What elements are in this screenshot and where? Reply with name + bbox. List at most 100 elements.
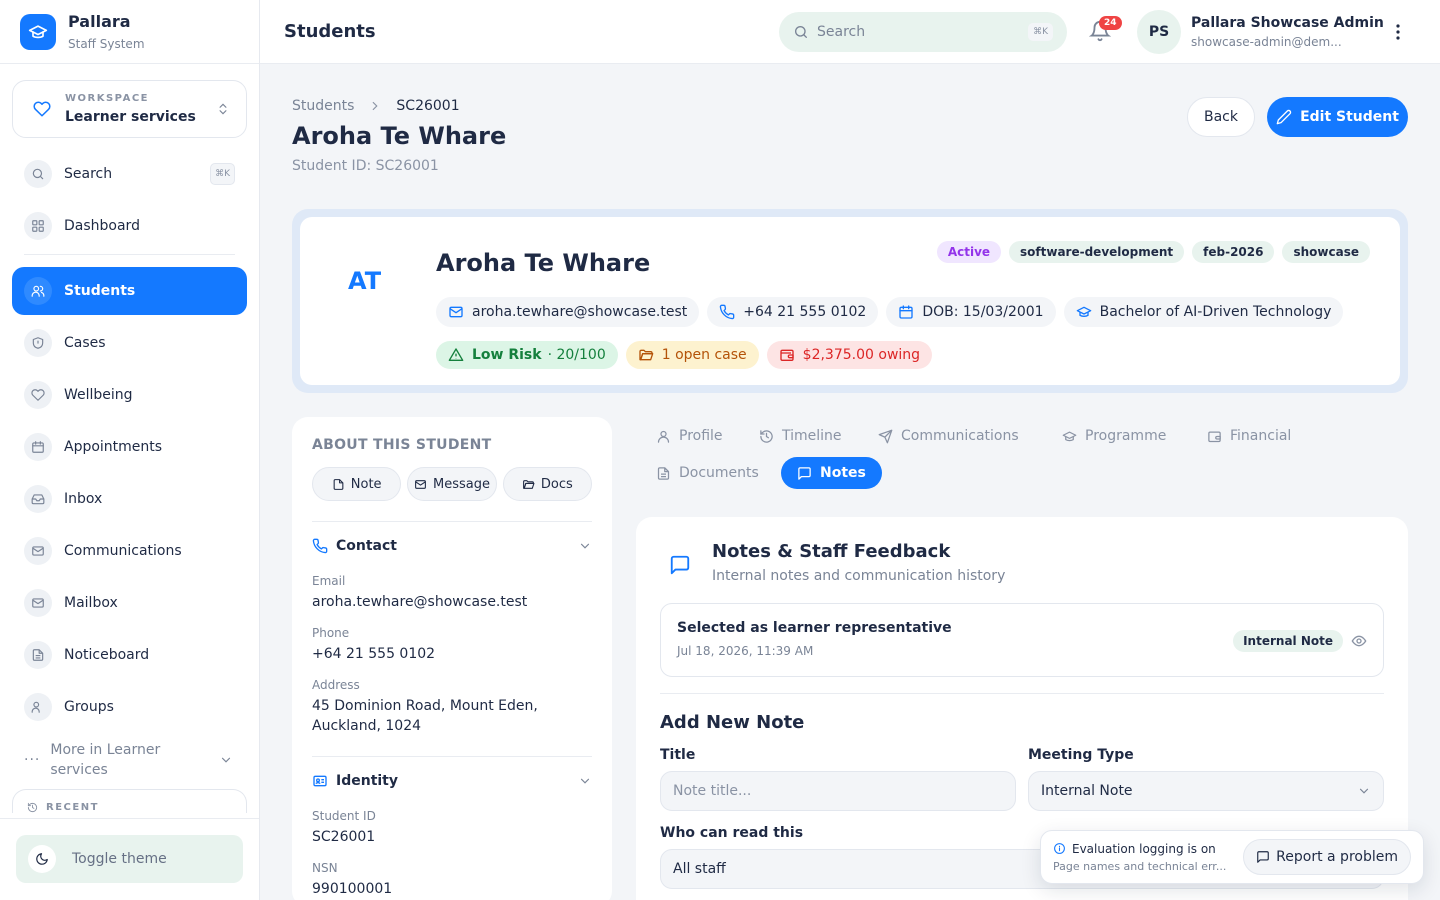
- tab-programme[interactable]: Programme: [1050, 420, 1178, 452]
- chevron-right-icon: [373, 101, 378, 111]
- workspace-switcher[interactable]: WORKSPACE Learner services: [12, 80, 247, 138]
- tab-label: Financial: [1230, 428, 1292, 444]
- sidebar-item-label: Groups: [64, 699, 114, 715]
- sidebar-item-label: Students: [64, 283, 136, 299]
- dob-chip: DOB: 15/03/2001: [886, 297, 1056, 327]
- user-email: showcase-admin@dem...: [1191, 35, 1342, 49]
- folder-open-icon: [639, 349, 654, 361]
- brand[interactable]: Pallara Staff System: [0, 0, 259, 64]
- sidebar-item-dashboard[interactable]: Dashboard: [12, 202, 247, 250]
- sidebar-item-mailbox[interactable]: Mailbox: [12, 579, 247, 627]
- global-search-input[interactable]: Search ⌘K: [779, 12, 1067, 52]
- open-cases-badge[interactable]: 1 open case: [625, 341, 759, 369]
- heart-icon: [33, 101, 51, 117]
- history-icon: [27, 802, 38, 813]
- warning-triangle-icon: [448, 348, 464, 361]
- graduation-cap-icon: [1062, 431, 1077, 441]
- send-message-label: Message: [433, 476, 490, 492]
- sidebar-item-inbox[interactable]: Inbox: [12, 475, 247, 523]
- sidebar-item-noticeboard[interactable]: Noticeboard: [12, 631, 247, 679]
- sidebar-item-label: Mailbox: [64, 595, 118, 611]
- tab-label: Documents: [679, 465, 759, 481]
- add-note-button[interactable]: Note: [312, 467, 402, 501]
- note-item[interactable]: Selected as learner representative Jul 1…: [660, 603, 1384, 677]
- tab-timeline[interactable]: Timeline: [747, 420, 854, 452]
- phone-label: Phone: [312, 626, 350, 640]
- message-square-icon: [798, 466, 811, 480]
- tab-communications[interactable]: Communications: [866, 420, 1031, 452]
- workspace-label: WORKSPACE: [65, 93, 150, 104]
- sidebar-item-search[interactable]: Search ⌘K: [12, 150, 247, 198]
- tab-documents[interactable]: Documents: [644, 457, 771, 489]
- sidebar-item-label: Cases: [64, 335, 106, 351]
- sidebar-more-label: More in Learner services: [50, 742, 161, 778]
- edit-student-button[interactable]: Edit Student: [1267, 97, 1408, 137]
- breadcrumb: Students SC26001: [292, 98, 460, 114]
- email-chip[interactable]: aroha.tewhare@showcase.test: [436, 297, 700, 327]
- notes-title: Notes & Staff Feedback: [712, 541, 951, 562]
- divider: [660, 693, 1384, 694]
- folder-open-icon: [522, 479, 535, 489]
- chevron-down-icon: [580, 543, 590, 549]
- tab-label: Communications: [901, 428, 1019, 444]
- sidebar-item-label: Inbox: [64, 491, 103, 507]
- report-problem-button[interactable]: Report a problem: [1243, 839, 1411, 875]
- tab-financial[interactable]: Financial: [1195, 420, 1303, 452]
- file-icon: [657, 466, 670, 480]
- sidebar-item-wellbeing[interactable]: Wellbeing: [12, 371, 247, 419]
- sidebar-item-cases[interactable]: Cases: [12, 319, 247, 367]
- recent-label: RECENT: [46, 802, 99, 813]
- phone-chip[interactable]: +64 21 555 0102: [707, 297, 879, 327]
- shield-icon: [24, 329, 52, 357]
- docs-button[interactable]: Docs: [502, 467, 592, 501]
- add-note-label: Note: [350, 476, 382, 492]
- page-title: Aroha Te Whare: [292, 122, 507, 150]
- chevron-up-down-icon: [219, 103, 227, 115]
- sidebar-item-students[interactable]: Students: [12, 267, 247, 315]
- report-problem-label: Report a problem: [1276, 849, 1398, 865]
- risk-label: Low Risk: [472, 347, 542, 363]
- moon-icon: [28, 845, 56, 873]
- sidebar-item-communications[interactable]: Communications: [12, 527, 247, 575]
- eye-icon[interactable]: [1351, 633, 1367, 649]
- meeting-type-label: Meeting Type: [1028, 747, 1134, 763]
- sidebar-more[interactable]: ··· More in Learner services: [12, 735, 247, 785]
- breadcrumb-current: SC26001: [396, 98, 460, 114]
- avatar[interactable]: PS: [1137, 10, 1181, 54]
- identity-section-toggle[interactable]: Identity: [312, 773, 592, 789]
- breadcrumb-students[interactable]: Students: [292, 98, 354, 114]
- mail-icon: [24, 537, 52, 565]
- sidebar-item-appointments[interactable]: Appointments: [12, 423, 247, 471]
- workspace-name: Learner services: [65, 109, 196, 125]
- note-title-input[interactable]: Note title...: [660, 771, 1016, 811]
- grid-icon: [24, 212, 52, 240]
- meeting-type-select[interactable]: Internal Note: [1028, 771, 1384, 811]
- graduation-cap-icon: [1076, 306, 1091, 317]
- toggle-theme-button[interactable]: Toggle theme: [16, 835, 243, 883]
- quick-actions: Note Message Docs: [312, 467, 592, 501]
- tab-profile[interactable]: Profile: [644, 420, 735, 452]
- student-name: Aroha Te Whare: [436, 249, 651, 277]
- file-icon: [333, 478, 344, 490]
- user-name: Pallara Showcase Admin: [1191, 15, 1384, 31]
- notifications-button[interactable]: 24: [1089, 16, 1122, 42]
- more-options-button[interactable]: [1390, 22, 1406, 42]
- sidebar-item-groups[interactable]: Groups: [12, 683, 247, 731]
- toggle-theme-label: Toggle theme: [72, 851, 167, 867]
- status-badge: Active: [936, 241, 1002, 263]
- student-id-value: SC26001: [312, 829, 376, 845]
- search-icon: [24, 160, 52, 188]
- mail-icon: [449, 306, 463, 318]
- owing-badge[interactable]: $2,375.00 owing: [766, 341, 933, 369]
- student-avatar: AT: [348, 267, 382, 295]
- back-button[interactable]: Back: [1187, 97, 1255, 137]
- email-chip-label: aroha.tewhare@showcase.test: [472, 304, 688, 320]
- nsn-label: NSN: [312, 861, 338, 875]
- notes-subtitle: Internal notes and communication history: [712, 568, 1006, 584]
- search-icon: [795, 26, 807, 38]
- send-message-button[interactable]: Message: [407, 467, 497, 501]
- phone-value: +64 21 555 0102: [312, 646, 436, 662]
- contact-section-toggle[interactable]: Contact: [312, 538, 592, 554]
- tab-notes[interactable]: Notes: [781, 457, 882, 489]
- topbar-title: Students: [284, 21, 376, 42]
